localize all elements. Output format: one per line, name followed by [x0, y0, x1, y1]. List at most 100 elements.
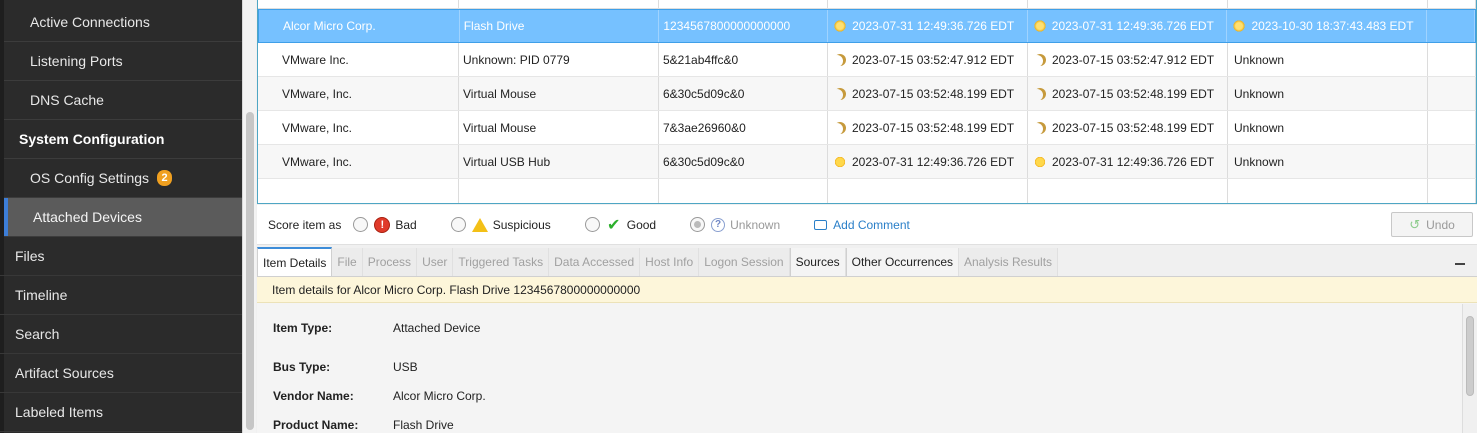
- table-row[interactable]: VMware, Inc. Virtual Mouse 7&3ae26960&0 …: [258, 111, 1476, 145]
- table-cell: [1028, 179, 1228, 203]
- timestamp-text: 2023-07-31 12:49:36.726 EDT: [1052, 154, 1215, 169]
- sidebar-item-system-configuration[interactable]: System Configuration: [4, 120, 242, 159]
- details-tabs: Item Details File Process User Triggered…: [257, 247, 1477, 277]
- exclamation-icon: !: [374, 216, 391, 233]
- product-cell: Flash Drive: [460, 10, 660, 42]
- checkmark-icon: ✔: [607, 216, 621, 234]
- count-badge: 2: [157, 170, 173, 186]
- sidebar-item-files[interactable]: Files: [0, 237, 242, 276]
- sidebar-item-listening-ports[interactable]: Listening Ports: [4, 42, 242, 81]
- table-cell: [1028, 0, 1228, 8]
- sidebar-item-label: Active Connections: [30, 14, 150, 30]
- sidebar-item-os-config-settings[interactable]: OS Config Settings 2: [4, 159, 242, 198]
- table-cell: [1228, 179, 1428, 203]
- sidebar-item-attached-devices[interactable]: Attached Devices: [4, 198, 242, 237]
- property-row: Product Name: Flash Drive: [273, 418, 454, 432]
- property-key: Bus Type:: [273, 360, 331, 374]
- last-seen-cell: 2023-07-15 03:52:48.199 EDT: [1028, 111, 1228, 144]
- tab-other-occurrences[interactable]: Other Occurrences: [845, 248, 959, 276]
- property-row: Bus Type: USB: [273, 360, 418, 374]
- timestamp-text: 2023-10-30 18:37:43.483 EDT: [1251, 19, 1414, 33]
- sidebar-item-timeline[interactable]: Timeline: [0, 276, 242, 315]
- tab-data-accessed[interactable]: Data Accessed: [549, 248, 641, 276]
- table-cell: [828, 0, 1028, 8]
- score-bad-option[interactable]: ! Bad: [353, 216, 417, 233]
- tab-file[interactable]: File: [332, 248, 363, 276]
- undo-icon: ↺: [1409, 216, 1421, 232]
- details-scrollbar[interactable]: [1462, 304, 1477, 433]
- product-cell: Unknown: PID 0779: [459, 43, 659, 76]
- undo-button[interactable]: ↺ Undo: [1391, 212, 1473, 237]
- product-cell: Virtual Mouse: [459, 77, 659, 110]
- sidebar-item-active-connections[interactable]: Active Connections: [4, 3, 242, 42]
- removed-cell: Unknown: [1228, 145, 1428, 178]
- table-cell: [258, 0, 459, 8]
- sidebar-item-label: DNS Cache: [30, 92, 104, 108]
- tab-logon-session[interactable]: Logon Session: [699, 248, 790, 276]
- first-seen-cell: 2023-07-15 03:52:48.199 EDT: [828, 111, 1028, 144]
- table-cell: [459, 0, 659, 8]
- table-cell: [258, 179, 459, 203]
- moon-icon: [834, 88, 846, 100]
- sidebar-item-search[interactable]: Search: [0, 315, 242, 354]
- property-value: USB: [393, 360, 418, 374]
- last-seen-cell: 2023-07-15 03:52:48.199 EDT: [1028, 77, 1228, 110]
- timestamp-text: 2023-07-15 03:52:48.199 EDT: [852, 86, 1015, 101]
- serial-cell: 7&3ae26960&0: [659, 111, 828, 144]
- table-row[interactable]: VMware, Inc. Virtual Mouse 6&30c5d09c&0 …: [258, 77, 1476, 111]
- add-comment-link[interactable]: Add Comment: [814, 218, 910, 232]
- vendor-cell: VMware, Inc.: [258, 111, 459, 144]
- tab-triggered-tasks[interactable]: Triggered Tasks: [453, 248, 550, 276]
- sunset-icon: [1233, 20, 1246, 32]
- moon-icon: [834, 54, 846, 66]
- radio-button-selected[interactable]: [690, 217, 706, 232]
- sidebar-item-artifact-sources[interactable]: Artifact Sources: [0, 354, 242, 393]
- timestamp-text: 2023-07-15 03:52:48.199 EDT: [1052, 120, 1215, 135]
- sidebar-item-label: Search: [15, 326, 60, 342]
- radio-button[interactable]: [584, 217, 600, 232]
- last-seen-cell: 2023-07-15 03:52:47.912 EDT: [1028, 43, 1228, 76]
- minimize-icon[interactable]: [1455, 263, 1465, 265]
- tab-analysis-results[interactable]: Analysis Results: [959, 248, 1059, 276]
- vendor-cell: Alcor Micro Corp.: [259, 10, 460, 42]
- vendor-cell: VMware, Inc.: [258, 77, 459, 110]
- removed-cell: 2023-10-30 18:37:43.483 EDT: [1227, 10, 1428, 42]
- score-good-option[interactable]: ✔ Good: [584, 216, 656, 234]
- table-row-selected[interactable]: Alcor Micro Corp. Flash Drive 1234567800…: [258, 9, 1476, 43]
- score-toolbar: Score item as ! Bad Suspicious ✔ Good ? …: [257, 205, 1477, 245]
- scrollbar-thumb[interactable]: [1466, 316, 1474, 396]
- navigation-sidebar: Active Connections Listening Ports DNS C…: [0, 0, 242, 433]
- sidebar-scrollbar[interactable]: [242, 0, 256, 433]
- tab-sources[interactable]: Sources: [789, 248, 846, 276]
- sun-icon: [834, 155, 846, 168]
- first-seen-cell: 2023-07-31 12:49:36.726 EDT: [828, 10, 1028, 42]
- tab-process[interactable]: Process: [362, 248, 418, 276]
- table-row[interactable]: VMware Inc. Unknown: PID 0779 5&21ab4ffc…: [258, 43, 1476, 77]
- vendor-cell: VMware, Inc.: [258, 145, 459, 178]
- item-properties: Item Type: Attached Device Bus Type: USB V…: [257, 304, 1462, 433]
- first-seen-cell: 2023-07-31 12:49:36.726 EDT: [828, 145, 1028, 178]
- table-row[interactable]: VMware, Inc. Virtual USB Hub 6&30c5d09c&…: [258, 145, 1476, 179]
- sidebar-item-dns-cache[interactable]: DNS Cache: [4, 81, 242, 120]
- table-cell: [1428, 179, 1476, 203]
- score-suspicious-option[interactable]: Suspicious: [450, 217, 551, 232]
- last-seen-cell: 2023-07-31 12:49:36.726 EDT: [1028, 10, 1228, 42]
- radio-button[interactable]: [353, 217, 369, 232]
- tab-item-details[interactable]: Item Details: [257, 247, 333, 276]
- sidebar-item-labeled-items[interactable]: Labeled Items: [0, 393, 242, 432]
- vendor-cell: VMware Inc.: [258, 43, 459, 76]
- table-cell: [1428, 43, 1476, 76]
- product-cell: Virtual Mouse: [459, 111, 659, 144]
- table-cell: [1428, 77, 1476, 110]
- item-details-banner: Item details for Alcor Micro Corp. Flash…: [257, 277, 1477, 303]
- property-row: Item Type: Attached Device: [273, 321, 480, 335]
- comment-icon: [814, 219, 828, 230]
- tab-host-info[interactable]: Host Info: [640, 248, 700, 276]
- first-seen-cell: 2023-07-15 03:52:48.199 EDT: [828, 77, 1028, 110]
- radio-button[interactable]: [450, 217, 466, 232]
- question-icon: ?: [711, 217, 726, 232]
- moon-icon: [1034, 122, 1046, 134]
- scrollbar-thumb[interactable]: [246, 112, 254, 430]
- score-unknown-option[interactable]: ? Unknown: [690, 217, 780, 232]
- tab-user[interactable]: User: [417, 248, 454, 276]
